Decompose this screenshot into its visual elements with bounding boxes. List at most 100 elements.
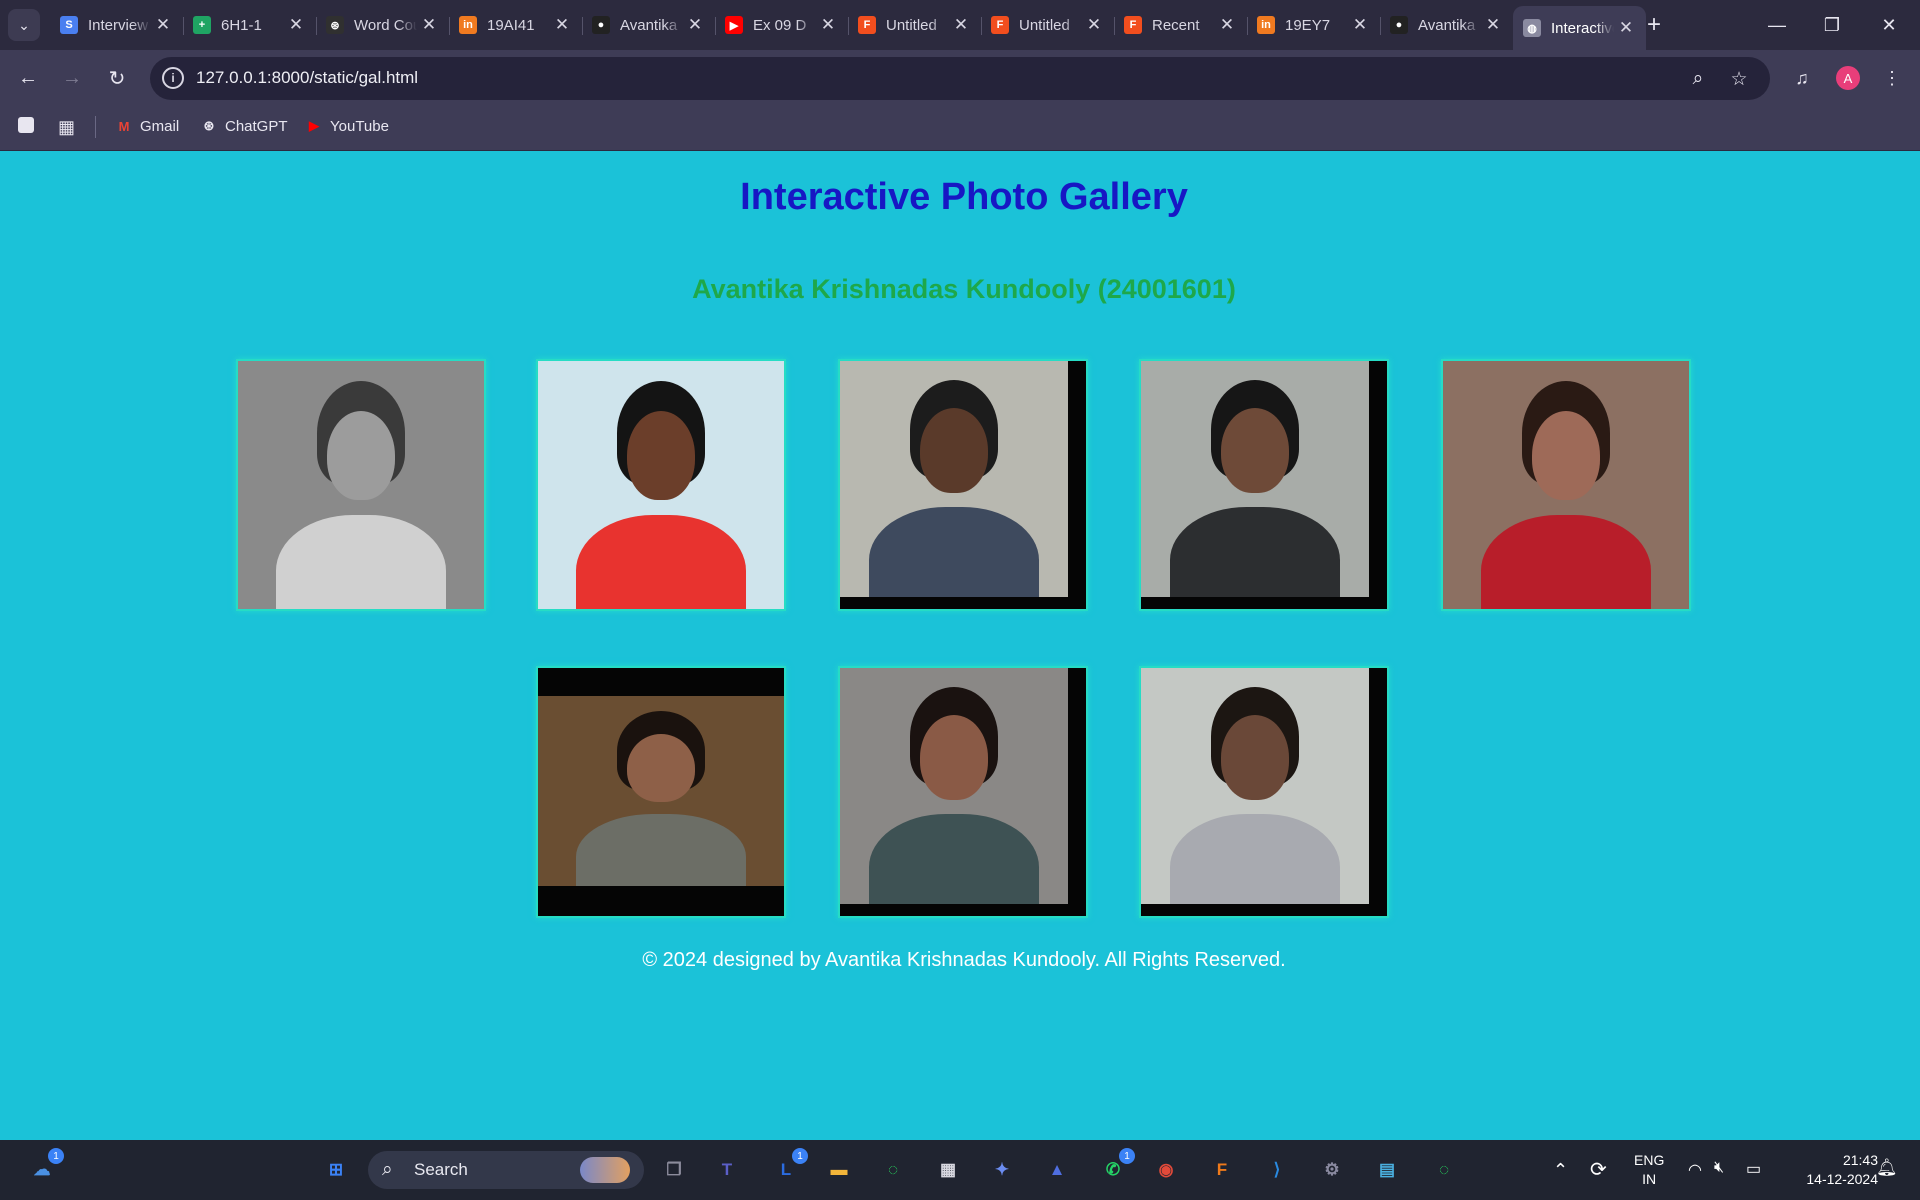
vscode-icon[interactable]: ⟩ xyxy=(1261,1154,1293,1186)
volume-muted-icon[interactable]: 🔇︎ xyxy=(1714,1159,1724,1177)
tab-favicon-icon: F xyxy=(991,16,1009,34)
taskbar-search-box[interactable]: ⌕ Search xyxy=(368,1151,644,1189)
profile-avatar[interactable]: A xyxy=(1836,66,1860,90)
clock[interactable]: 21:43 14-12-2024 xyxy=(1788,1151,1878,1189)
new-tab-button[interactable]: + xyxy=(1647,12,1661,38)
file-explorer-icon[interactable]: ▬ xyxy=(823,1154,855,1186)
browser-tab[interactable]: ● Avantika ✕ xyxy=(582,8,716,42)
search-highlight-icon xyxy=(580,1157,630,1183)
browser-menu-icon[interactable]: ⋮ xyxy=(1878,64,1906,92)
settings-glyph: ⚙ xyxy=(1324,1160,1340,1179)
task-view-glyph: ❐ xyxy=(666,1160,682,1179)
tab-close-icon[interactable]: ✕ xyxy=(550,15,574,35)
loader-app-icon[interactable]: ◌ xyxy=(877,1154,909,1186)
tab-title: Avantika xyxy=(1418,16,1476,34)
notepad-icon[interactable]: ▤ xyxy=(1371,1154,1403,1186)
teams-glyph: T xyxy=(721,1160,733,1179)
fusion-app-icon[interactable]: F xyxy=(1206,1154,1238,1186)
chrome-icon[interactable]: ◉ xyxy=(1150,1154,1182,1186)
browser-tab[interactable]: ▶ Ex 09 D ✕ xyxy=(715,8,849,42)
zoom-icon[interactable]: ⌕ xyxy=(1685,66,1711,92)
show-hidden-icons-chevron-icon[interactable]: ⌃ xyxy=(1553,1160,1568,1181)
teams-icon[interactable]: T xyxy=(711,1154,743,1186)
gallery-photo[interactable] xyxy=(536,666,786,918)
tab-close-icon[interactable]: ✕ xyxy=(1614,18,1638,38)
browser-tab[interactable]: S Interview ✕ xyxy=(50,8,184,42)
whatsapp-icon[interactable]: ✆ 1 xyxy=(1097,1148,1135,1186)
back-button[interactable]: ← xyxy=(14,64,42,92)
notification-badge: 1 xyxy=(48,1148,64,1164)
browser-tab[interactable]: ● Avantika ✕ xyxy=(1380,8,1514,42)
arc-app-icon[interactable]: ▲ xyxy=(1041,1154,1073,1186)
forward-button[interactable]: → xyxy=(58,64,86,92)
reload-button[interactable]: ↻ xyxy=(103,64,131,92)
sync-icon[interactable]: ⟳ xyxy=(1590,1157,1607,1182)
tab-close-icon[interactable]: ✕ xyxy=(816,15,840,35)
lens-app-icon[interactable]: L1 xyxy=(770,1148,808,1186)
site-info-icon[interactable]: i xyxy=(162,67,184,89)
media-controls-icon[interactable]: ♫ xyxy=(1788,64,1816,92)
tab-close-icon[interactable]: ✕ xyxy=(1348,15,1372,35)
browser-tab[interactable]: F Untitled ✕ xyxy=(981,8,1115,42)
browser-tab[interactable]: ⊛ Word Counter✕ xyxy=(316,8,450,42)
tab-close-icon[interactable]: ✕ xyxy=(1082,15,1106,35)
gallery-photo[interactable] xyxy=(1139,666,1389,918)
address-url[interactable]: 127.0.0.1:8000/static/gal.html xyxy=(196,68,418,88)
tab-close-icon[interactable]: ✕ xyxy=(284,15,308,35)
copilot-icon[interactable]: ✦ xyxy=(986,1154,1018,1186)
tab-groups-icon[interactable] xyxy=(18,117,34,133)
tab-active[interactable]: ◍ Interactive ✕ xyxy=(1513,6,1646,50)
wifi-icon[interactable]: ◠ xyxy=(1688,1160,1702,1180)
tab-close-icon[interactable]: ✕ xyxy=(417,15,441,35)
battery-icon[interactable]: ▭ xyxy=(1746,1159,1761,1179)
browser-tab[interactable]: in 19EY7 ✕ xyxy=(1247,8,1381,42)
bookmark-youtube[interactable]: ▶ YouTube xyxy=(305,117,389,135)
gallery-photo[interactable] xyxy=(1139,359,1389,611)
photo-subject-face xyxy=(1532,410,1600,500)
close-window-button[interactable]: ✕ xyxy=(1867,8,1911,42)
gallery-photo[interactable] xyxy=(536,359,786,611)
microsoft-store-icon[interactable]: ▦ xyxy=(932,1154,964,1186)
browser-tab[interactable]: F Untitled ✕ xyxy=(848,8,982,42)
bookmark-gmail[interactable]: M Gmail xyxy=(115,117,180,135)
address-bar[interactable]: i 127.0.0.1:8000/static/gal.html ⌕ ☆ xyxy=(150,57,1770,100)
task-view-icon[interactable]: ❐ xyxy=(658,1154,690,1186)
microsoft-store-glyph: ▦ xyxy=(939,1160,957,1179)
page-footer: © 2024 designed by Avantika Krishnadas K… xyxy=(642,949,1286,971)
bookmark-label: Gmail xyxy=(140,117,180,135)
photo-image xyxy=(840,668,1068,904)
browser-tab[interactable]: in 19AI41 ✕ xyxy=(449,8,583,42)
photo-subject-body xyxy=(869,507,1039,597)
tab-search-chevron-icon[interactable]: ⌄ xyxy=(8,9,40,41)
gallery-photo[interactable] xyxy=(1441,359,1691,611)
tab-close-icon[interactable]: ✕ xyxy=(949,15,973,35)
tab-close-icon[interactable]: ✕ xyxy=(1215,15,1239,35)
chrome-glyph: ◉ xyxy=(1158,1160,1174,1179)
gallery-photo[interactable] xyxy=(236,359,486,611)
gallery-photo[interactable] xyxy=(838,666,1088,918)
browser-tab[interactable]: +6H1-1 ✕ xyxy=(183,8,317,42)
photo-subject-face xyxy=(920,715,988,801)
start-glyph: ⊞ xyxy=(328,1160,344,1179)
bookmark-chatgpt[interactable]: ⊛ ChatGPT xyxy=(200,117,288,135)
bookmark-star-icon[interactable]: ☆ xyxy=(1726,66,1752,92)
gallery-photo[interactable] xyxy=(838,359,1088,611)
chatgpt-icon: ⊛ xyxy=(203,118,215,133)
widgets-icon[interactable]: ☁ 1 xyxy=(26,1148,64,1186)
photo-image xyxy=(238,361,484,609)
notification-bell-icon[interactable]: 🔔︎ xyxy=(1876,1158,1898,1178)
tab-title: Interview xyxy=(88,16,149,34)
browser-tab[interactable]: F Recent ✕ xyxy=(1114,8,1248,42)
loader-app-2-icon[interactable]: ◌ xyxy=(1428,1154,1460,1186)
start-icon[interactable]: ⊞ xyxy=(320,1154,352,1186)
tab-close-icon[interactable]: ✕ xyxy=(683,15,707,35)
restore-window-button[interactable]: ❐ xyxy=(1810,8,1854,42)
tab-close-icon[interactable]: ✕ xyxy=(1481,15,1505,35)
browser-tab-strip: ⌄ SInterview✕+6H1-1✕⊛Word Counter✕in19AI… xyxy=(0,0,1920,50)
language-indicator[interactable]: ENG IN xyxy=(1634,1151,1664,1189)
minimize-window-button[interactable]: ― xyxy=(1755,8,1799,42)
tab-close-icon[interactable]: ✕ xyxy=(151,15,175,35)
apps-grid-icon[interactable]: ▦ xyxy=(58,117,75,138)
settings-icon[interactable]: ⚙ xyxy=(1316,1154,1348,1186)
lens-app-glyph: L xyxy=(780,1160,792,1179)
